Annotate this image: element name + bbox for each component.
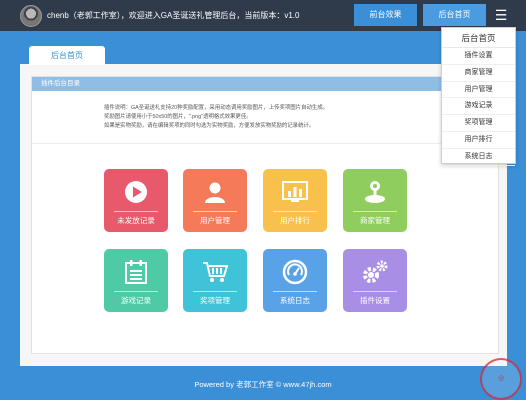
avatar[interactable] — [20, 5, 42, 27]
tile-label: 商家管理 — [360, 216, 390, 225]
tile-label: 插件设置 — [360, 296, 390, 305]
divider — [32, 143, 498, 144]
tile-game-records[interactable]: 游戏记录 — [104, 249, 168, 312]
tile-label: 奖项管理 — [200, 296, 230, 305]
admin-home-button[interactable]: 后台首页 — [423, 4, 486, 26]
tile-plugin-settings[interactable]: 插件设置 — [343, 249, 407, 312]
gauge-icon — [263, 259, 327, 285]
user-icon — [183, 179, 247, 205]
dropdown-item-game-records[interactable]: 游戏记录 — [442, 98, 515, 116]
tile-user-management[interactable]: 用户管理 — [183, 169, 247, 232]
play-icon — [104, 179, 168, 205]
tab-admin-home[interactable]: 后台首页 — [29, 46, 105, 65]
tile-system-log[interactable]: 系统日志 — [263, 249, 327, 312]
dropdown-item-prizes[interactable]: 奖项管理 — [442, 115, 515, 132]
dropdown-item-merchant[interactable]: 商家管理 — [442, 65, 515, 82]
footer-text: Powered by 老郭工作室 © www.47jh.com — [194, 380, 332, 389]
dropdown-item-plugin-settings[interactable]: 插件设置 — [442, 48, 515, 65]
info-line: 插件说明：GA圣诞送礼支持20种奖励配置，采用动态调用奖励图片，上传奖项图片自动… — [104, 105, 329, 111]
tile-label: 游戏记录 — [121, 296, 151, 305]
nav-dropdown: 后台首页 插件设置 商家管理 用户管理 游戏记录 奖项管理 用户排行 系统日志 — [441, 27, 516, 166]
hamburger-menu-icon[interactable]: ☰ — [489, 6, 513, 26]
tile-merchant-management[interactable]: 商家管理 — [343, 169, 407, 232]
dropdown-item-ranking[interactable]: 用户排行 — [442, 132, 515, 149]
panel-heading: 插件后台目录 — [32, 77, 498, 91]
tile-user-ranking[interactable]: 用户排行 — [263, 169, 327, 232]
chart-icon — [263, 179, 327, 205]
tile-label: 系统日志 — [280, 296, 310, 305]
welcome-text: chenb（老郭工作室），欢迎进入GA圣诞送礼管理后台，当前版本：v1.0 — [47, 11, 300, 20]
tile-unissued-records[interactable]: 未发放记录 — [104, 169, 168, 232]
tile-label: 用户排行 — [280, 216, 310, 225]
cart-icon — [183, 259, 247, 285]
calendar-icon — [104, 259, 168, 285]
info-line: 如果是实物奖励，请在编辑奖项的同时勾选为实物奖励，方便发放实物奖励的记录统计。 — [104, 123, 315, 129]
tile-label: 未发放记录 — [117, 216, 155, 225]
dropdown-item-home[interactable]: 后台首页 — [442, 28, 515, 48]
tile-prize-management[interactable]: 奖项管理 — [183, 249, 247, 312]
watermark-stamp: ◎ — [480, 358, 522, 400]
dropdown-item-system-log[interactable]: 系统日志 — [442, 149, 515, 166]
gears-icon — [343, 259, 407, 285]
dropdown-item-users[interactable]: 用户管理 — [442, 82, 515, 99]
front-effect-button[interactable]: 前台效果 — [354, 4, 417, 26]
joystick-icon — [343, 179, 407, 205]
info-line: 奖励图片请使用小于50x50的图片，".png"透明格式效果更佳。 — [104, 114, 252, 120]
tile-label: 用户管理 — [200, 216, 230, 225]
plugin-info: 插件说明：GA圣诞送礼支持20种奖励配置，采用动态调用奖励图片，上传奖项图片自动… — [104, 104, 328, 131]
